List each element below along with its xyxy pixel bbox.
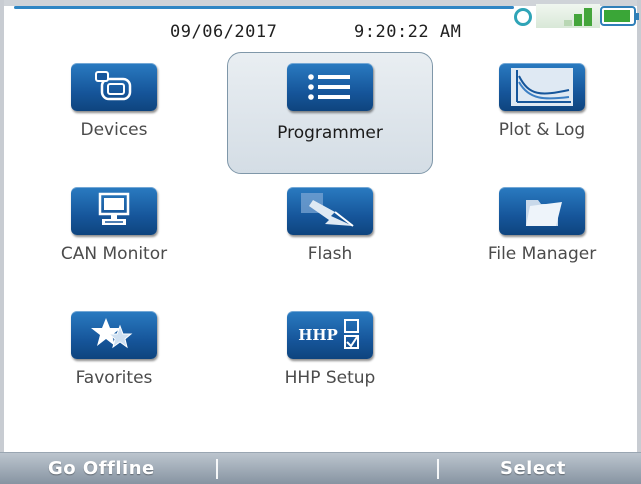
menu-item-label: Programmer	[277, 123, 383, 143]
status-date: 09/06/2017	[170, 22, 278, 42]
star-icon	[71, 311, 157, 359]
go-offline-button[interactable]: Go Offline	[48, 458, 155, 479]
top-accent-line	[14, 6, 514, 9]
menu-item-plot-log[interactable]: Plot & Log	[457, 56, 627, 166]
menu-item-can-monitor[interactable]: CAN Monitor	[29, 180, 199, 290]
menu-item-hhp-setup[interactable]: HHP HHP Setup	[245, 304, 415, 414]
flash-icon	[287, 187, 373, 235]
menu-item-label: CAN Monitor	[60, 244, 168, 264]
battery-icon	[600, 6, 639, 26]
status-indicators	[514, 4, 639, 38]
signal-icon	[536, 4, 600, 28]
list-icon	[287, 63, 373, 111]
hhp-setup-icon: HHP	[287, 311, 373, 359]
chart-icon	[499, 63, 585, 111]
folder-icon	[499, 187, 585, 235]
menu-item-label: Favorites	[75, 368, 153, 388]
menu-item-label: Plot & Log	[498, 120, 586, 140]
menu-item-label: HHP Setup	[284, 368, 376, 388]
right-frame	[637, 0, 641, 483]
select-button[interactable]: Select	[500, 458, 566, 479]
menu-item-flash[interactable]: Flash	[245, 180, 415, 290]
status-time: 9:20:22 AM	[354, 22, 462, 42]
hhp-icon-text: HHP	[298, 326, 338, 344]
menu-item-file-manager[interactable]: File Manager	[457, 180, 627, 290]
menu-item-devices[interactable]: Devices	[29, 56, 199, 166]
left-frame	[0, 0, 4, 483]
device-screen: 09/06/2017 9:20:22 AM Devices Programmer…	[0, 0, 641, 484]
softkey-divider	[216, 459, 218, 479]
softkey-bar: Go Offline Select	[0, 452, 641, 484]
menu-item-favorites[interactable]: Favorites	[29, 304, 199, 414]
devices-icon	[71, 63, 157, 111]
connection-icon	[514, 8, 532, 26]
softkey-divider	[437, 459, 439, 479]
monitor-icon	[71, 187, 157, 235]
menu-item-label: Flash	[307, 244, 353, 264]
menu-item-label: Devices	[80, 120, 148, 140]
menu-item-label: File Manager	[487, 244, 597, 264]
menu-item-programmer[interactable]: Programmer	[227, 52, 433, 174]
